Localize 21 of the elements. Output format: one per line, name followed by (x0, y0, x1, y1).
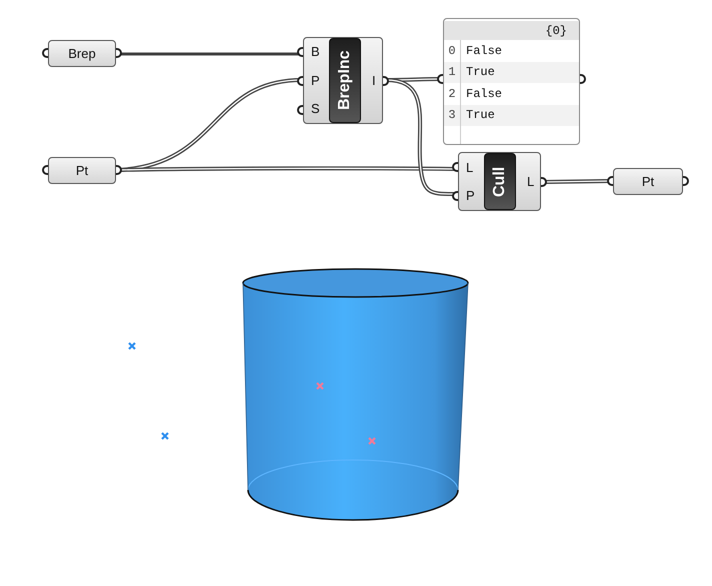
output-label: I (372, 72, 376, 90)
panel-node[interactable]: {0} 0 False 1 True 2 False 3 True (443, 18, 580, 145)
input-label: P (311, 72, 321, 90)
parameter-node[interactable]: Brep (48, 40, 116, 67)
row-value: True (460, 104, 495, 126)
component-node[interactable]: B P S BrepInc I (303, 37, 383, 124)
output-label: L (527, 172, 534, 191)
panel-header: {0} (545, 22, 567, 40)
input-label: B (311, 43, 321, 62)
parameter-node[interactable]: Pt (613, 168, 683, 195)
row-index: 2 (447, 86, 457, 103)
input-label: L (466, 158, 474, 176)
component-node[interactable]: L P Cull L (458, 152, 541, 211)
component-label: Cull (484, 153, 516, 210)
parameter-node[interactable]: Pt (48, 157, 116, 184)
row-index: 3 (447, 107, 457, 124)
row-index: 1 (447, 64, 457, 82)
input-label: P (466, 187, 476, 205)
component-label: BrepInc (329, 38, 361, 123)
row-index: 0 (447, 42, 457, 60)
input-label: S (311, 100, 321, 118)
